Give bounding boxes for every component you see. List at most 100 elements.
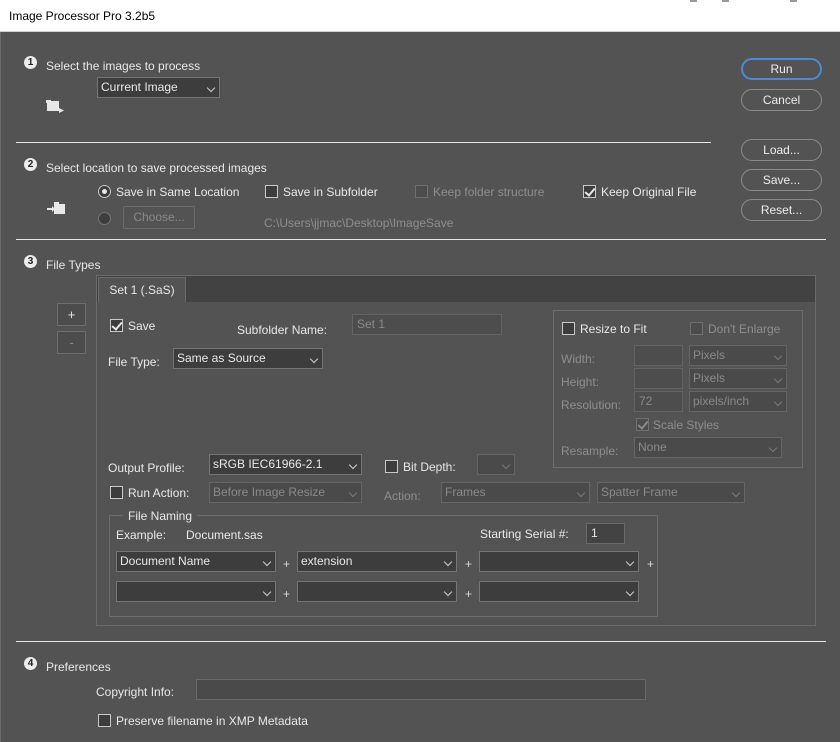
keep-structure-label: Keep folder structure	[433, 185, 545, 199]
naming-select-1[interactable]: Document Name	[116, 551, 276, 572]
section-divider-2	[16, 239, 826, 240]
action-name-value: Spatter Frame	[601, 485, 678, 499]
keep-original-checkbox[interactable]	[583, 185, 596, 198]
title-bar: Image Processor Pro 3.2b5	[0, 0, 840, 32]
naming-select-6[interactable]	[479, 581, 639, 602]
reset-button[interactable]: Reset...	[741, 199, 822, 221]
chevron-down-icon	[262, 587, 272, 597]
naming-select-4[interactable]	[116, 581, 276, 602]
section-divider-3	[16, 641, 826, 642]
chevron-down-icon	[773, 351, 783, 361]
bit-depth-checkbox[interactable]	[385, 460, 398, 473]
width-label: Width:	[561, 352, 596, 366]
bit-depth-label: Bit Depth:	[403, 460, 456, 474]
chevron-down-icon	[348, 488, 358, 498]
width-unit-value: Pixels	[693, 348, 726, 362]
cancel-button[interactable]: Cancel	[741, 89, 822, 111]
image-source-value: Current Image	[101, 80, 178, 94]
run-action-label: Run Action:	[128, 486, 190, 500]
output-profile-label: Output Profile:	[108, 461, 185, 475]
height-unit-value: Pixels	[693, 371, 726, 385]
width-input[interactable]	[634, 345, 683, 366]
dont-enlarge-checkbox[interactable]	[690, 322, 703, 335]
chevron-down-icon	[262, 557, 272, 567]
resize-to-fit-checkbox[interactable]	[562, 322, 575, 335]
preserve-filename-label: Preserve filename in XMP Metadata	[116, 714, 308, 728]
action-set-select[interactable]: Frames	[441, 482, 590, 503]
resolution-label: Resolution:	[561, 398, 622, 412]
save-set-checkbox[interactable]	[110, 319, 123, 332]
action-timing-select[interactable]: Before Image Resize	[209, 482, 362, 503]
file-type-value: Same as Source	[177, 351, 266, 365]
bit-depth-select[interactable]	[477, 454, 515, 475]
file-type-select[interactable]: Same as Source	[173, 348, 323, 369]
action-set-value: Frames	[445, 485, 486, 499]
choose-folder-button[interactable]: Choose...	[123, 206, 195, 229]
scale-styles-checkbox[interactable]	[636, 418, 649, 431]
other-location-radio[interactable]	[98, 212, 111, 225]
naming-select-3[interactable]	[479, 551, 639, 572]
chevron-down-icon	[773, 397, 783, 407]
run-button[interactable]: Run	[741, 58, 822, 80]
preserve-filename-checkbox[interactable]	[98, 714, 111, 727]
resolution-input[interactable]: 72	[634, 391, 683, 412]
remove-set-button[interactable]: -	[57, 331, 86, 354]
file-naming-legend: File Naming	[123, 509, 198, 523]
copyright-label: Copyright Info:	[96, 685, 175, 699]
same-location-radio[interactable]	[98, 185, 111, 198]
add-set-button[interactable]: +	[57, 303, 86, 326]
save-set-label: Save	[128, 319, 156, 333]
tab-set-1[interactable]: Set 1 (.SaS)	[98, 277, 186, 303]
minimize-icon[interactable]	[690, 0, 697, 2]
subfolder-name-input[interactable]: Set 1	[352, 314, 502, 335]
naming-value-1: Document Name	[120, 554, 211, 568]
resolution-unit-value: pixels/inch	[693, 394, 750, 408]
save-in-subfolder-label: Save in Subfolder	[283, 185, 378, 199]
resolution-unit-select[interactable]: pixels/inch	[689, 391, 787, 412]
resize-to-fit-label: Resize to Fit	[580, 322, 647, 336]
resample-select[interactable]: None	[634, 437, 782, 458]
save-settings-button[interactable]: Save...	[741, 169, 822, 191]
naming-select-5[interactable]	[297, 581, 457, 602]
chevron-down-icon	[625, 557, 635, 567]
naming-select-2[interactable]: extension	[297, 551, 457, 572]
action-name-select[interactable]: Spatter Frame	[597, 482, 745, 503]
chevron-down-icon	[625, 587, 635, 597]
section-4-number: 4	[24, 657, 37, 670]
section-1-label: Select the images to process	[46, 59, 201, 73]
save-in-subfolder-checkbox[interactable]	[265, 185, 278, 198]
example-label: Example:	[116, 528, 167, 542]
output-profile-select[interactable]: sRGB IEC61966-2.1	[209, 454, 362, 475]
subfolder-name-label: Subfolder Name:	[237, 323, 328, 337]
image-files-icon	[46, 100, 64, 113]
chevron-down-icon	[773, 374, 783, 384]
scale-styles-label: Scale Styles	[653, 418, 720, 432]
starting-serial-input[interactable]: 1	[586, 523, 625, 544]
example-value: Document.sas	[186, 528, 263, 542]
section-3-number: 3	[24, 255, 37, 268]
chevron-down-icon	[501, 460, 511, 470]
keep-original-label: Keep Original File	[601, 185, 697, 199]
resample-value: None	[638, 440, 667, 454]
section-divider-1	[16, 142, 711, 143]
image-source-select[interactable]: Current Image	[97, 77, 220, 98]
width-unit-select[interactable]: Pixels	[689, 345, 787, 366]
height-unit-select[interactable]: Pixels	[689, 368, 787, 389]
section-3-label: File Types	[46, 258, 101, 272]
plus-separator: +	[465, 557, 473, 571]
copyright-input[interactable]	[196, 679, 646, 700]
action-timing-value: Before Image Resize	[213, 485, 326, 499]
close-icon[interactable]	[790, 0, 797, 2]
maximize-icon[interactable]	[722, 0, 729, 2]
action-label: Action:	[384, 489, 421, 503]
height-input[interactable]	[634, 368, 683, 389]
chevron-down-icon	[768, 443, 778, 453]
chevron-down-icon	[206, 83, 216, 93]
section-2-number: 2	[24, 158, 37, 171]
plus-separator: +	[647, 557, 655, 571]
keep-structure-checkbox[interactable]	[415, 185, 428, 198]
run-action-checkbox[interactable]	[110, 486, 123, 499]
plus-separator: +	[465, 587, 473, 601]
section-4-label: Preferences	[46, 660, 111, 674]
load-button[interactable]: Load...	[741, 139, 822, 161]
